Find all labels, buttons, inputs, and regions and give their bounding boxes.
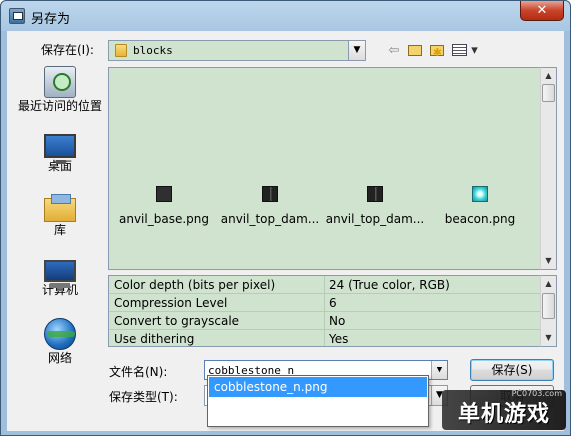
up-folder-icon[interactable] <box>406 42 424 60</box>
option-value[interactable]: 6 <box>329 296 337 310</box>
folder-icon <box>115 44 127 57</box>
save-in-value: blocks <box>133 44 173 57</box>
file-item[interactable]: anvil_top_dam... <box>320 186 430 226</box>
scroll-up-icon[interactable]: ▲ <box>541 276 556 292</box>
filename-label: 文件名(N): <box>109 365 168 379</box>
libraries-icon <box>44 194 76 222</box>
watermark-text: 单机游戏 <box>457 402 550 427</box>
file-item[interactable]: anvil_base.png <box>109 186 219 226</box>
autocomplete-item[interactable]: cobblestone_n.png <box>209 377 427 397</box>
place-libraries[interactable]: 库 <box>15 194 105 238</box>
scroll-up-icon[interactable]: ▲ <box>541 68 556 84</box>
network-icon <box>44 318 76 350</box>
option-name: Convert to grayscale <box>114 314 240 328</box>
title-bar[interactable]: 另存为 ✕ <box>1 1 570 31</box>
save-button[interactable]: 保存(S) <box>470 359 554 381</box>
file-item[interactable]: anvil_top_dam... <box>215 186 325 226</box>
chevron-down-icon[interactable]: ▼ <box>348 41 365 60</box>
file-name: anvil_base.png <box>119 212 209 226</box>
dialog-app-icon <box>9 8 25 24</box>
file-list[interactable]: anvil_base.png anvil_top_dam... anvil_to… <box>108 67 540 270</box>
chevron-down-icon[interactable]: ▼ <box>431 361 447 379</box>
save-in-dropdown[interactable]: blocks ▼ <box>108 40 366 61</box>
watermark: PC0703.com 单机游戏 <box>442 389 566 430</box>
place-computer[interactable]: 计算机 <box>15 256 105 298</box>
image-file-icon <box>472 186 488 202</box>
save-as-dialog: 另存为 ✕ 保存在(I): blocks ▼ ⇦ ✱ ▾ 最近访问的位置 桌面 … <box>0 0 571 436</box>
filetype-label: 保存类型(T): <box>109 390 178 404</box>
autocomplete-list[interactable]: cobblestone_n.png <box>207 375 429 427</box>
option-name: Color depth (bits per pixel) <box>114 278 276 292</box>
file-item[interactable]: beacon.png <box>425 186 535 226</box>
options-grid[interactable]: Color depth (bits per pixel) 24 (True co… <box>108 275 540 347</box>
scroll-thumb[interactable] <box>542 293 555 319</box>
back-arrow-icon[interactable]: ⇦ <box>386 42 402 60</box>
scroll-thumb[interactable] <box>542 84 555 102</box>
option-value[interactable]: No <box>329 314 345 328</box>
view-menu-icon[interactable]: ▾ <box>451 42 479 60</box>
place-network[interactable]: 网络 <box>15 318 105 366</box>
option-name: Use dithering <box>114 332 195 346</box>
place-label: 网络 <box>47 351 72 365</box>
close-button[interactable]: ✕ <box>520 1 564 21</box>
place-label: 库 <box>53 223 66 237</box>
computer-icon <box>44 260 76 288</box>
option-row[interactable]: Use dithering Yes <box>109 330 540 346</box>
option-value[interactable]: Yes <box>329 332 348 346</box>
new-folder-icon[interactable]: ✱ <box>428 42 446 60</box>
file-list-scrollbar[interactable]: ▲ ▼ <box>540 67 557 270</box>
recent-places-icon <box>44 66 76 98</box>
options-scrollbar[interactable]: ▲ ▼ <box>540 275 557 347</box>
file-name: anvil_top_dam... <box>325 212 425 226</box>
image-file-icon <box>262 186 278 202</box>
option-row[interactable]: Color depth (bits per pixel) 24 (True co… <box>109 276 540 294</box>
place-label: 最近访问的位置 <box>17 99 102 113</box>
places-bar: 最近访问的位置 桌面 库 计算机 网络 <box>15 64 105 394</box>
desktop-icon <box>44 134 76 164</box>
dialog-client-area: 保存在(I): blocks ▼ ⇦ ✱ ▾ 最近访问的位置 桌面 库 计算机 … <box>7 31 564 431</box>
scroll-down-icon[interactable]: ▼ <box>541 253 556 269</box>
file-name: anvil_top_dam... <box>220 212 320 226</box>
option-value[interactable]: 24 (True color, RGB) <box>329 278 450 292</box>
scroll-down-icon[interactable]: ▼ <box>541 330 556 346</box>
image-file-icon <box>367 186 383 202</box>
option-name: Compression Level <box>114 296 228 310</box>
place-desktop[interactable]: 桌面 <box>15 130 105 174</box>
option-row[interactable]: Convert to grayscale No <box>109 312 540 330</box>
option-row[interactable]: Compression Level 6 <box>109 294 540 312</box>
save-in-label: 保存在(I): <box>41 43 94 57</box>
image-file-icon <box>156 186 172 202</box>
place-recent[interactable]: 最近访问的位置 <box>15 66 105 114</box>
file-name: beacon.png <box>444 212 516 226</box>
dialog-title: 另存为 <box>31 12 71 27</box>
